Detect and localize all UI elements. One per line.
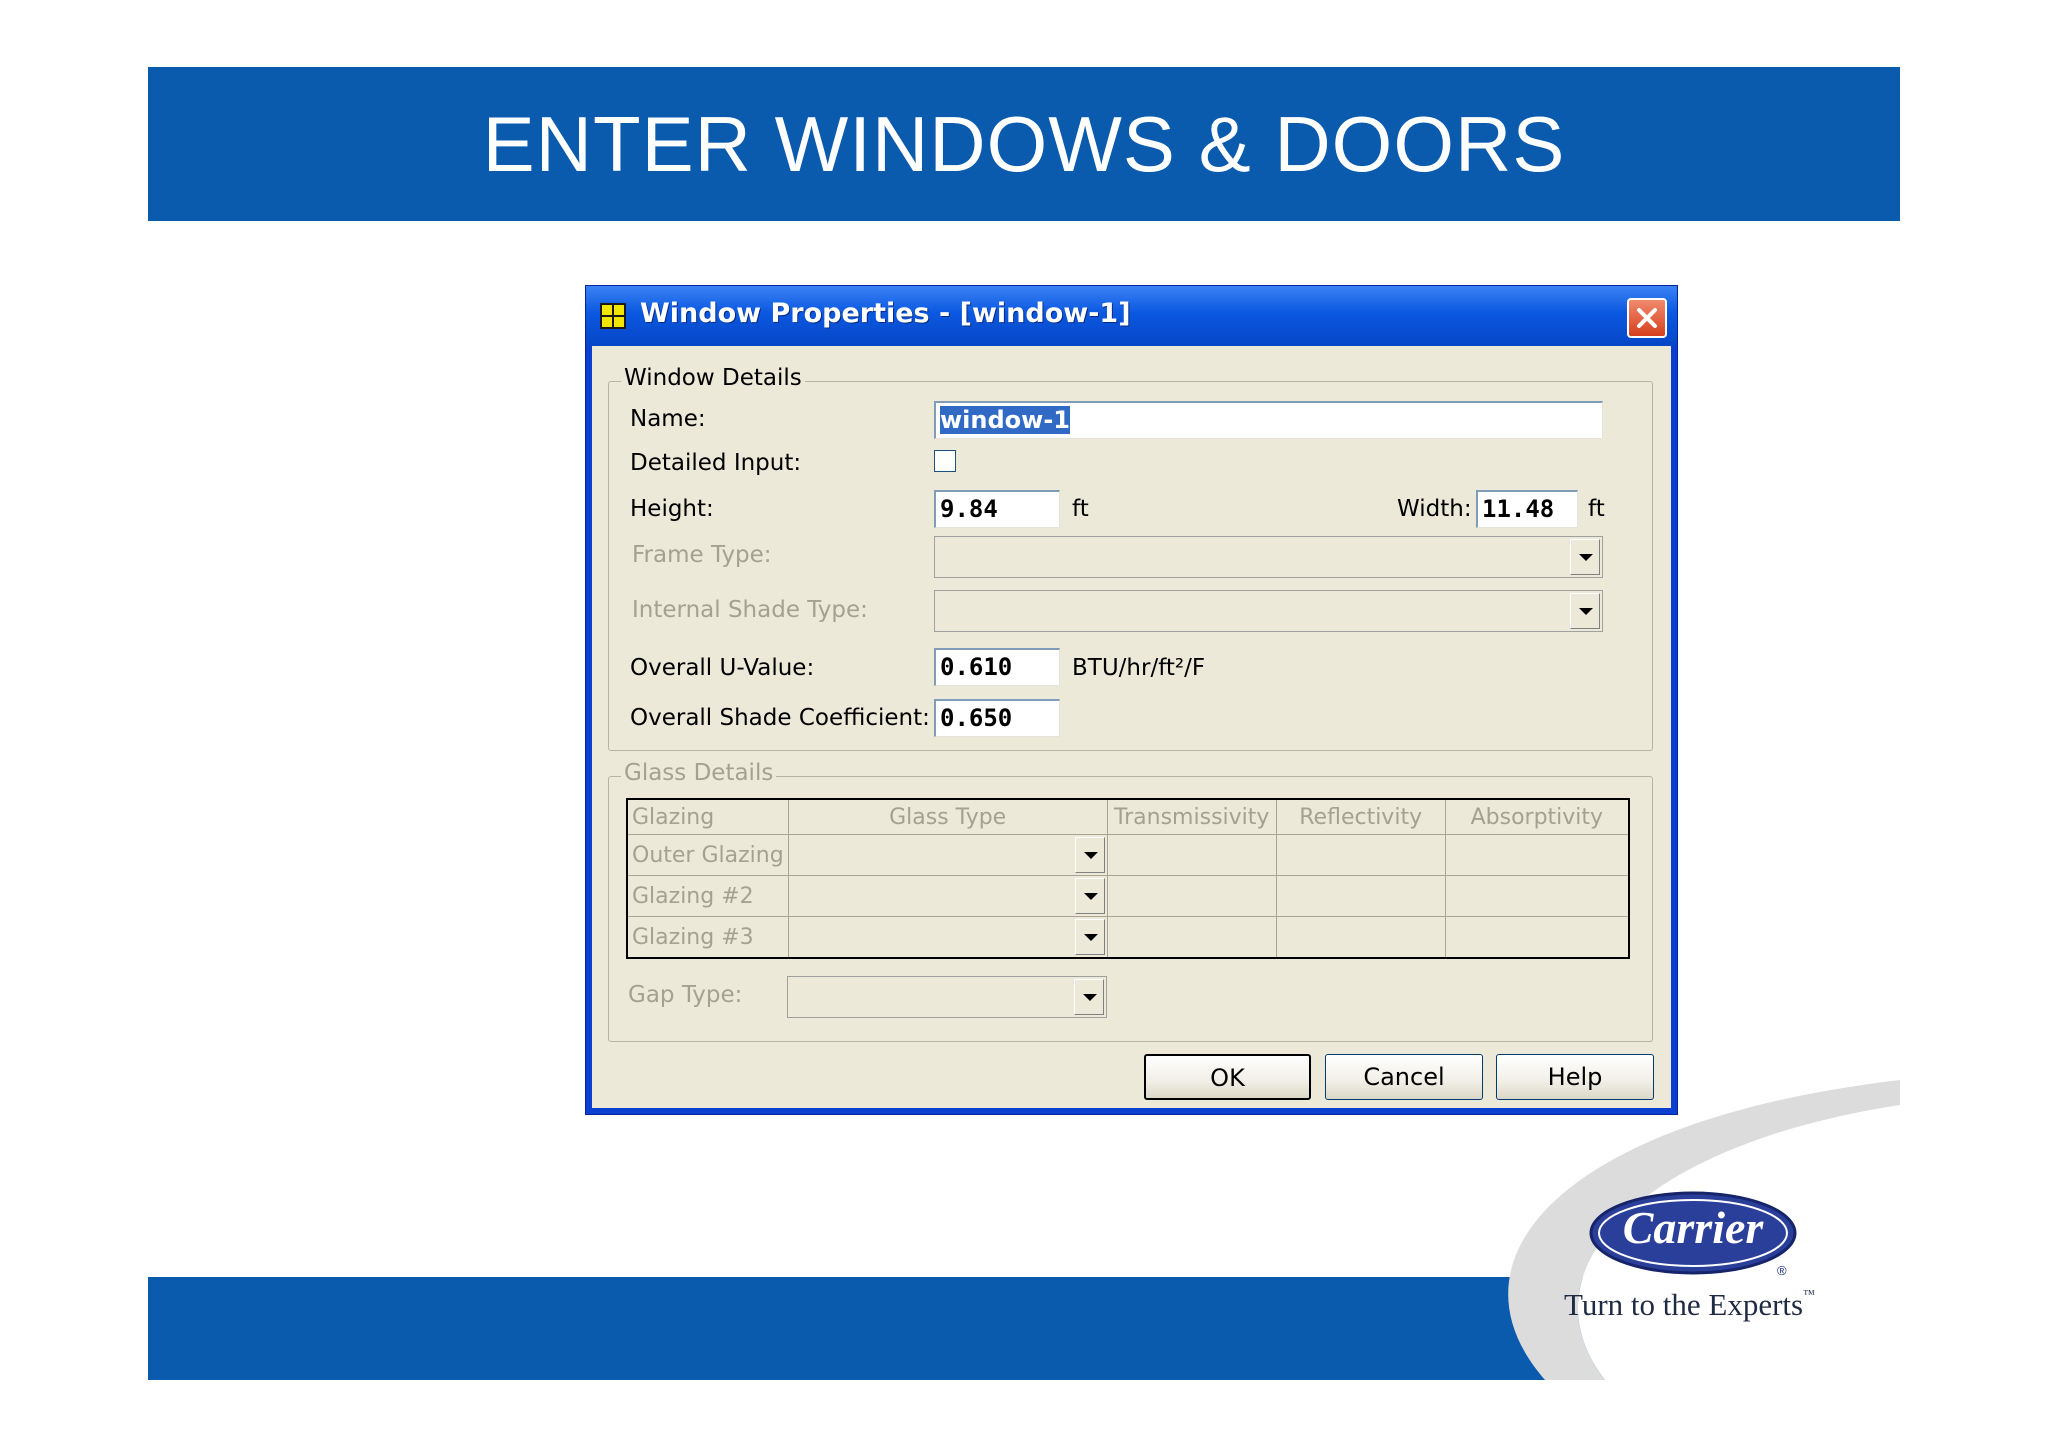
height-unit: ft <box>1072 496 1089 522</box>
u-value-input[interactable]: 0.610 <box>934 648 1060 686</box>
chevron-down-icon[interactable] <box>1074 979 1104 1015</box>
chevron-down-icon[interactable] <box>1074 919 1105 955</box>
height-label: Height: <box>630 496 714 522</box>
gap-type-select[interactable] <box>787 976 1107 1018</box>
width-unit: ft <box>1588 496 1605 522</box>
dialog-titlebar[interactable]: Window Properties - [window-1] <box>586 286 1677 346</box>
absorptivity-cell <box>1444 916 1630 959</box>
window-details-legend: Window Details <box>621 365 805 391</box>
shade-coeff-label: Overall Shade Coefficient: <box>630 705 930 731</box>
column-header: Transmissivity <box>1106 798 1277 835</box>
reflectivity-cell <box>1275 916 1446 959</box>
u-value-unit: BTU/hr/ft²/F <box>1072 655 1206 681</box>
chevron-down-icon[interactable] <box>1074 837 1105 873</box>
ok-button[interactable]: OK <box>1144 1054 1311 1100</box>
column-header: Absorptivity <box>1444 798 1630 835</box>
chevron-down-icon[interactable] <box>1570 593 1600 629</box>
dialog-body: Window Details Name: window-1 Detailed I… <box>592 346 1671 1108</box>
chevron-down-icon[interactable] <box>1570 539 1600 575</box>
absorptivity-cell <box>1444 875 1630 917</box>
absorptivity-cell <box>1444 834 1630 876</box>
chevron-down-icon[interactable] <box>1074 878 1105 914</box>
glazing-cell: Glazing #2 <box>626 875 789 917</box>
glass-type-select[interactable] <box>787 916 1108 959</box>
cancel-button[interactable]: Cancel <box>1325 1054 1483 1100</box>
carrier-logo: Carrier ® Turn to the Experts™ <box>1560 1185 1860 1335</box>
transmissivity-cell <box>1106 834 1277 876</box>
reflectivity-cell <box>1275 834 1446 876</box>
glazing-cell: Glazing #3 <box>626 916 789 959</box>
table-row: Glazing #2 <box>626 875 1630 917</box>
table-row: Glazing #3 <box>626 916 1630 959</box>
name-input[interactable]: window-1 <box>934 401 1603 439</box>
window-properties-dialog: Window Properties - [window-1] Window De… <box>585 285 1678 1115</box>
shade-coeff-input[interactable]: 0.650 <box>934 699 1060 737</box>
glass-type-select[interactable] <box>787 834 1108 876</box>
reflectivity-cell <box>1275 875 1446 917</box>
internal-shade-label: Internal Shade Type: <box>632 597 868 623</box>
logo-tagline-text: Turn to the Experts <box>1564 1287 1804 1322</box>
name-label: Name: <box>630 406 706 432</box>
table-header-row: Glazing Glass Type Transmissivity Reflec… <box>626 798 1630 835</box>
width-label: Width: <box>1397 496 1472 522</box>
column-header: Glazing <box>626 798 789 835</box>
glass-details-legend: Glass Details <box>621 760 777 786</box>
column-header: Glass Type <box>787 798 1108 835</box>
transmissivity-cell <box>1106 916 1277 959</box>
close-icon <box>1637 308 1657 328</box>
table-row: Outer Glazing <box>626 834 1630 876</box>
frame-type-label: Frame Type: <box>632 542 772 568</box>
glazing-cell: Outer Glazing <box>626 834 789 876</box>
width-input[interactable]: 11.48 <box>1476 490 1578 528</box>
glass-table: Glazing Glass Type Transmissivity Reflec… <box>626 798 1630 959</box>
help-button[interactable]: Help <box>1496 1054 1654 1100</box>
logo-registered: ® <box>1777 1263 1787 1278</box>
window-grid-icon <box>600 303 626 329</box>
column-header: Reflectivity <box>1275 798 1446 835</box>
internal-shade-select[interactable] <box>934 590 1603 632</box>
close-button[interactable] <box>1627 298 1667 338</box>
height-input[interactable]: 9.84 <box>934 490 1060 528</box>
transmissivity-cell <box>1106 875 1277 917</box>
detailed-input-label: Detailed Input: <box>630 450 802 476</box>
name-value: window-1 <box>940 406 1070 434</box>
dialog-title: Window Properties - [window-1] <box>640 298 1131 329</box>
logo-brand: Carrier <box>1622 1202 1764 1253</box>
glass-type-select[interactable] <box>787 875 1108 917</box>
gap-type-label: Gap Type: <box>628 982 743 1008</box>
logo-trademark: ™ <box>1803 1287 1815 1301</box>
frame-type-select[interactable] <box>934 536 1603 578</box>
detailed-input-checkbox[interactable] <box>934 450 956 472</box>
u-value-label: Overall U-Value: <box>630 655 815 681</box>
logo-tagline: Turn to the Experts™ <box>1564 1287 1815 1323</box>
